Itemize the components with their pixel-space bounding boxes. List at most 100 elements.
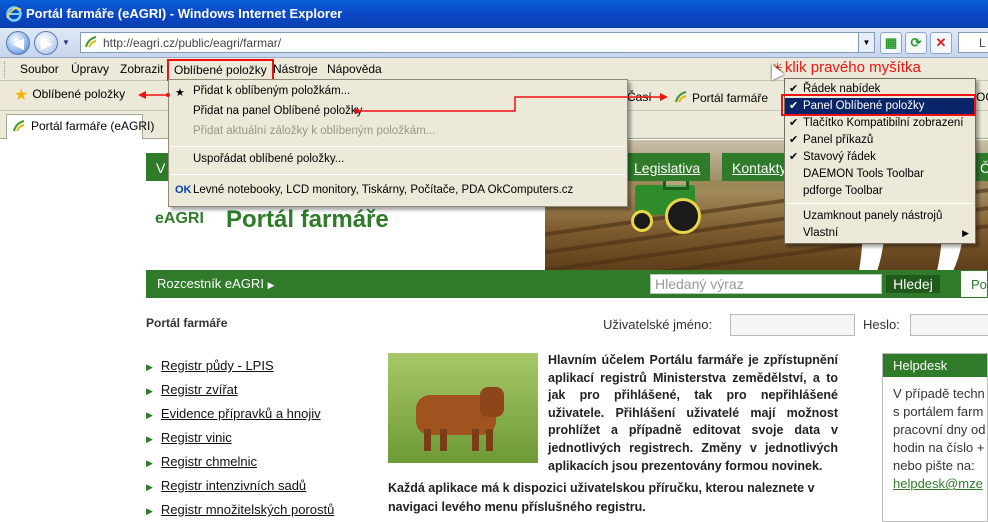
menu-add-to-favorites[interactable]: Přidat k oblíbeným položkám... xyxy=(193,85,350,97)
address-dropdown-icon[interactable]: ▼ xyxy=(858,33,874,52)
forward-button[interactable]: ▶ xyxy=(34,31,58,55)
helpdesk-title: Helpdesk xyxy=(883,354,987,377)
compatibility-view-button[interactable]: ▦ xyxy=(880,32,902,54)
ctx-item-label: Stavový řádek xyxy=(803,151,876,163)
window-title: Portál farmáře (eAGRI) - Windows Interne… xyxy=(26,6,343,21)
search-box[interactable]: L xyxy=(958,32,988,53)
site-search-button[interactable]: Hledej xyxy=(886,275,940,293)
favbar-link-casi[interactable]: Časí xyxy=(627,90,652,104)
refresh-icon: ⟳ xyxy=(910,35,922,50)
cow-photo xyxy=(388,353,538,463)
username-label: Uživatelské jméno: xyxy=(603,317,713,332)
site-title: Portál farmáře xyxy=(226,206,389,233)
refresh-button[interactable]: ⟳ xyxy=(905,32,927,54)
favbar-link-portal-label: Portál farmáře xyxy=(692,91,769,105)
password-label: Heslo: xyxy=(863,317,900,332)
menu-upravy[interactable]: Úpravy xyxy=(71,62,109,76)
checkmark-icon: ✔ xyxy=(789,134,799,146)
menu-oblibene-polozky[interactable]: Oblíbené položky xyxy=(167,59,274,81)
search-provider-text: L xyxy=(979,36,986,50)
ctx-lock-toolbars[interactable]: Uzamknout panely nástrojů xyxy=(785,208,975,225)
menu-favorite-okcomputers[interactable]: Levné notebooky, LCD monitory, Tiskárny,… xyxy=(193,184,573,196)
helpdesk-box: Helpdesk V případě techn s portálem farm… xyxy=(882,353,988,522)
registry-link-label[interactable]: Registr chmelnic xyxy=(161,454,257,469)
stop-button[interactable]: ✕ xyxy=(930,32,952,54)
ctx-item-label: DAEMON Tools Toolbar xyxy=(803,168,925,180)
toolbar-grip[interactable] xyxy=(4,61,7,78)
site-search-input[interactable]: Hledaný výraz xyxy=(650,274,882,294)
registry-link-label[interactable]: Registr množitelských porostů xyxy=(161,502,334,517)
cow-head xyxy=(480,387,504,417)
helpdesk-line: hodin na číslo + xyxy=(893,440,985,455)
menu-nastroje[interactable]: Nástroje xyxy=(273,62,318,76)
eagri-favicon xyxy=(675,91,687,103)
registry-link-label[interactable]: Registr vinic xyxy=(161,430,232,445)
history-dropdown-icon[interactable]: ▼ xyxy=(62,38,70,47)
cow-leg xyxy=(486,429,493,451)
registry-link[interactable]: ▶ Evidence přípravků a hnojiv xyxy=(146,406,386,421)
registry-link-label[interactable]: Registr půdy - LPIS xyxy=(161,358,274,373)
address-url: http://eagri.cz/public/eagri/farmar/ xyxy=(103,36,282,50)
tab-portal-farmare[interactable]: Portál farmáře (eAGRI) xyxy=(6,114,154,139)
compat-icon: ▦ xyxy=(884,35,898,50)
eagri-logo[interactable]: eAGRI xyxy=(155,210,204,228)
stop-icon: ✕ xyxy=(935,35,947,50)
ctx-status-bar-toggle[interactable]: ✔ Stavový řádek xyxy=(785,149,975,166)
registry-link[interactable]: ▶ Registr zvířat xyxy=(146,382,386,397)
helpdesk-body: V případě techn s portálem farm pracovní… xyxy=(883,377,987,493)
window-title-bar[interactable]: Portál farmáře (eAGRI) - Windows Interne… xyxy=(0,0,988,28)
intro-text-2: Každá aplikace má k dispozici uživatelsk… xyxy=(388,481,815,514)
registry-link-label[interactable]: Registr zvířat xyxy=(161,382,238,397)
site-nav-legislativa[interactable]: Legislativa xyxy=(624,153,711,181)
rozcestnik-label: Rozcestník eAGRI xyxy=(157,276,264,291)
arrow-right-icon: ▶ xyxy=(146,410,153,420)
menu-napoveda[interactable]: Nápověda xyxy=(327,62,382,76)
helpdesk-line: s portálem farm xyxy=(893,404,984,419)
password-input[interactable] xyxy=(910,314,988,336)
registry-link[interactable]: ▶ Registr chmelnic xyxy=(146,454,386,469)
registry-link[interactable]: ▶ Registr množitelských porostů xyxy=(146,502,386,517)
forward-arrow-icon: ▶ xyxy=(41,35,52,51)
ctx-customize[interactable]: Vlastní ▶ xyxy=(785,225,975,242)
ctx-daemon-toolbar-toggle[interactable]: DAEMON Tools Toolbar xyxy=(785,166,975,183)
menu-separator xyxy=(787,203,973,204)
registry-link-label[interactable]: Evidence přípravků a hnojiv xyxy=(161,406,321,421)
okcomputers-favicon: OK xyxy=(175,184,192,196)
back-button[interactable]: ◀ xyxy=(6,31,30,55)
cow-leg xyxy=(424,429,431,451)
menu-add-to-favorites-bar[interactable]: Přidat na panel Oblíbené položky xyxy=(193,105,362,117)
rozcestnik-link[interactable]: Rozcestník eAGRI ▶ xyxy=(157,276,274,291)
menu-separator xyxy=(171,146,625,147)
helpdesk-email-link[interactable]: helpdesk@mze xyxy=(893,475,987,493)
registry-link[interactable]: ▶ Registr půdy - LPIS xyxy=(146,358,386,373)
favbar-link-og[interactable]: OG xyxy=(976,90,988,104)
annotation-text: klik pravého myšítka xyxy=(784,59,921,76)
ctx-pdforge-toolbar-toggle[interactable]: pdforge Toolbar xyxy=(785,183,975,200)
checkmark-icon: ✔ xyxy=(789,151,799,163)
favorites-button[interactable]: ★ Oblíbené položky xyxy=(14,85,125,105)
favbar-link-portal[interactable]: Portál farmáře xyxy=(674,90,768,105)
tractor-wheel xyxy=(665,198,701,234)
menu-organize-favorites[interactable]: Uspořádat oblíbené položky... xyxy=(193,153,344,165)
menu-soubor[interactable]: Soubor xyxy=(20,62,59,76)
registry-link[interactable]: ▶ Registr vinic xyxy=(146,430,386,445)
add-favorite-icon: ★ xyxy=(175,87,185,99)
site-nav-legislativa-label: Legislativa xyxy=(634,160,701,176)
helpdesk-line: V případě techn xyxy=(893,386,985,401)
favorites-star-icon: ★ xyxy=(14,87,29,104)
site-nav-kontakty-label: Kontakty xyxy=(732,160,787,176)
username-input[interactable] xyxy=(730,314,855,336)
ctx-command-bar-toggle[interactable]: ✔ Panel příkazů xyxy=(785,132,975,149)
menu-separator xyxy=(171,174,625,175)
arrow-right-icon: ▶ xyxy=(146,506,153,516)
helpdesk-line: pracovní dny od xyxy=(893,422,986,437)
site-right-button[interactable]: Po xyxy=(960,270,988,298)
ctx-item-label: Tlačítko Kompatibilní zobrazení xyxy=(803,117,964,129)
registry-link-label[interactable]: Registr intenzivních sadů xyxy=(161,478,306,493)
ctx-compat-button-toggle[interactable]: ✔ Tlačítko Kompatibilní zobrazení xyxy=(785,115,975,132)
menu-zobrazit[interactable]: Zobrazit xyxy=(120,62,163,76)
favorites-button-label: Oblíbené položky xyxy=(32,87,126,101)
registry-link[interactable]: ▶ Registr intenzivních sadů xyxy=(146,478,386,493)
annotation-label: ✳ klik pravého myšítka xyxy=(772,59,921,76)
address-field[interactable]: http://eagri.cz/public/eagri/farmar/ ▼ xyxy=(80,32,875,53)
